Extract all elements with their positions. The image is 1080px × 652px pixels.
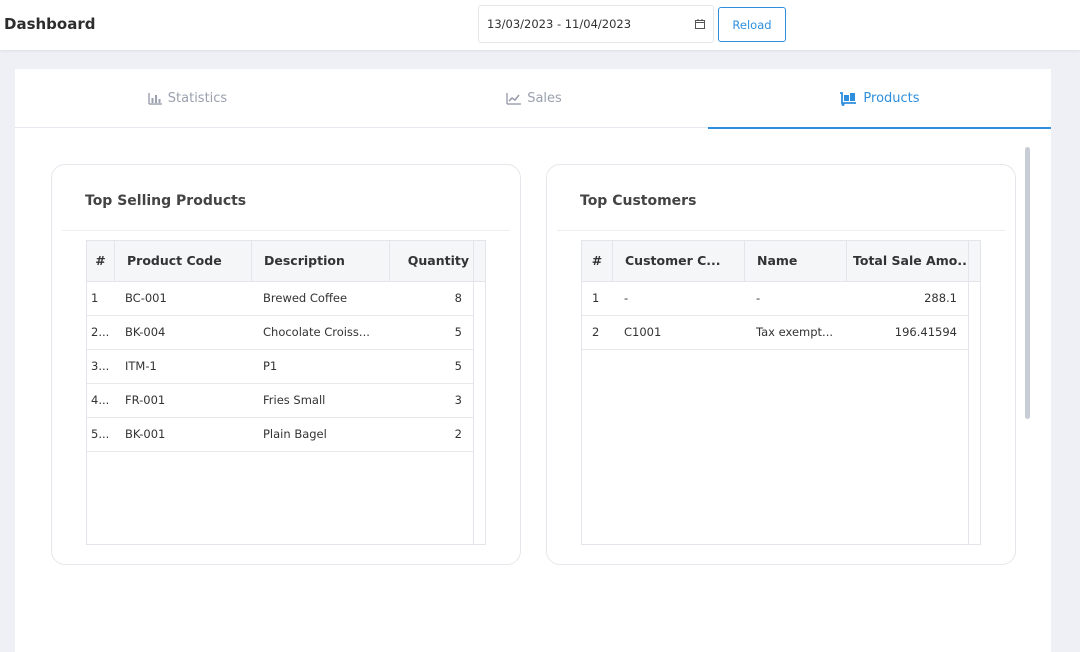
column-header[interactable]: Description [252,241,390,281]
product-description: P1 [263,359,278,373]
divider [557,230,1005,231]
row-number: 2... [91,325,110,339]
product-description: Brewed Coffee [263,291,348,305]
tab-statistics[interactable]: Statistics [15,69,360,128]
table-row[interactable]: 1 - - 288.1 [582,282,968,316]
table-row[interactable]: 3... ITM-1 P1 5 [87,350,473,384]
column-header[interactable]: # [582,241,613,281]
customer-code: C1001 [624,325,662,339]
product-code: FR-001 [125,393,166,407]
tab-statistics-label: Statistics [167,91,228,106]
row-number: 4... [91,393,110,407]
top-selling-products-panel: Top Selling Products # Product Code Desc… [51,164,521,565]
product-quantity: 8 [454,291,462,305]
date-range-value: 13/03/2023 - 11/04/2023 [487,17,632,31]
dolly-icon [840,91,857,106]
column-header[interactable]: # [87,241,115,281]
panel-title: Top Customers [580,193,697,209]
page-scrollbar[interactable] [1025,147,1030,419]
column-header[interactable]: Quantity [390,241,473,281]
table-row[interactable]: 4... FR-001 Fries Small 3 [87,384,473,418]
customer-name: Tax exempt... [756,325,834,339]
column-header[interactable]: Customer C... [613,241,745,281]
product-quantity: 5 [454,359,462,373]
dashboard-card: Statistics Sales Products Top Selling Pr… [15,69,1051,652]
table-scrollbar[interactable] [968,241,980,544]
column-header[interactable]: Total Sale Amo... [847,241,968,281]
scrollbar-corner [474,241,485,282]
table-header: # Product Code Description Quantity [87,241,485,282]
bar-chart-icon [148,92,162,105]
product-quantity: 2 [454,427,462,441]
product-code: BK-001 [125,427,166,441]
product-description: Plain Bagel [263,427,327,441]
reload-button[interactable]: Reload [718,7,786,42]
product-description: Fries Small [263,393,326,407]
tab-products-label: Products [863,91,920,106]
date-range-input[interactable]: 13/03/2023 - 11/04/2023 [478,5,714,43]
tab-bar: Statistics Sales Products [15,69,1051,129]
customer-code: - [624,291,629,305]
table-header: # Customer C... Name Total Sale Amo... [582,241,980,282]
row-number: 1 [592,291,600,305]
scrollbar-corner [969,241,980,282]
tab-sales[interactable]: Sales [360,69,708,128]
table-row[interactable]: 2... BK-004 Chocolate Croiss... 5 [87,316,473,350]
line-chart-icon [506,92,522,105]
product-quantity: 5 [454,325,462,339]
page-title: Dashboard [4,15,96,33]
calendar-icon[interactable] [695,19,705,29]
divider [62,230,510,231]
customer-name: - [756,291,761,305]
table-row[interactable]: 5... BK-001 Plain Bagel 2 [87,418,473,452]
row-number: 2 [592,325,600,339]
table-scrollbar[interactable] [473,241,485,544]
customer-total: 288.1 [924,291,957,305]
table-row[interactable]: 1 BC-001 Brewed Coffee 8 [87,282,473,316]
active-tab-indicator [708,127,1051,129]
product-description: Chocolate Croiss... [263,325,370,339]
product-code: BC-001 [125,291,167,305]
tab-products[interactable]: Products [708,69,1051,128]
row-number: 1 [91,291,99,305]
table-row[interactable]: 2 C1001 Tax exempt... 196.41594 [582,316,968,350]
customers-table: # Customer C... Name Total Sale Amo... 1… [581,240,981,545]
products-table: # Product Code Description Quantity 1 BC… [86,240,486,545]
column-header[interactable]: Name [745,241,847,281]
top-customers-panel: Top Customers # Customer C... Name Total… [546,164,1016,565]
panel-title: Top Selling Products [85,193,247,209]
column-header[interactable]: Product Code [115,241,252,281]
row-number: 3... [91,359,110,373]
top-bar: Dashboard 13/03/2023 - 11/04/2023 Reload [0,0,1080,50]
row-number: 5... [91,427,110,441]
product-code: BK-004 [125,325,166,339]
tab-sales-label: Sales [527,91,562,106]
customer-total: 196.41594 [894,325,957,339]
product-quantity: 3 [454,393,462,407]
product-code: ITM-1 [125,359,157,373]
